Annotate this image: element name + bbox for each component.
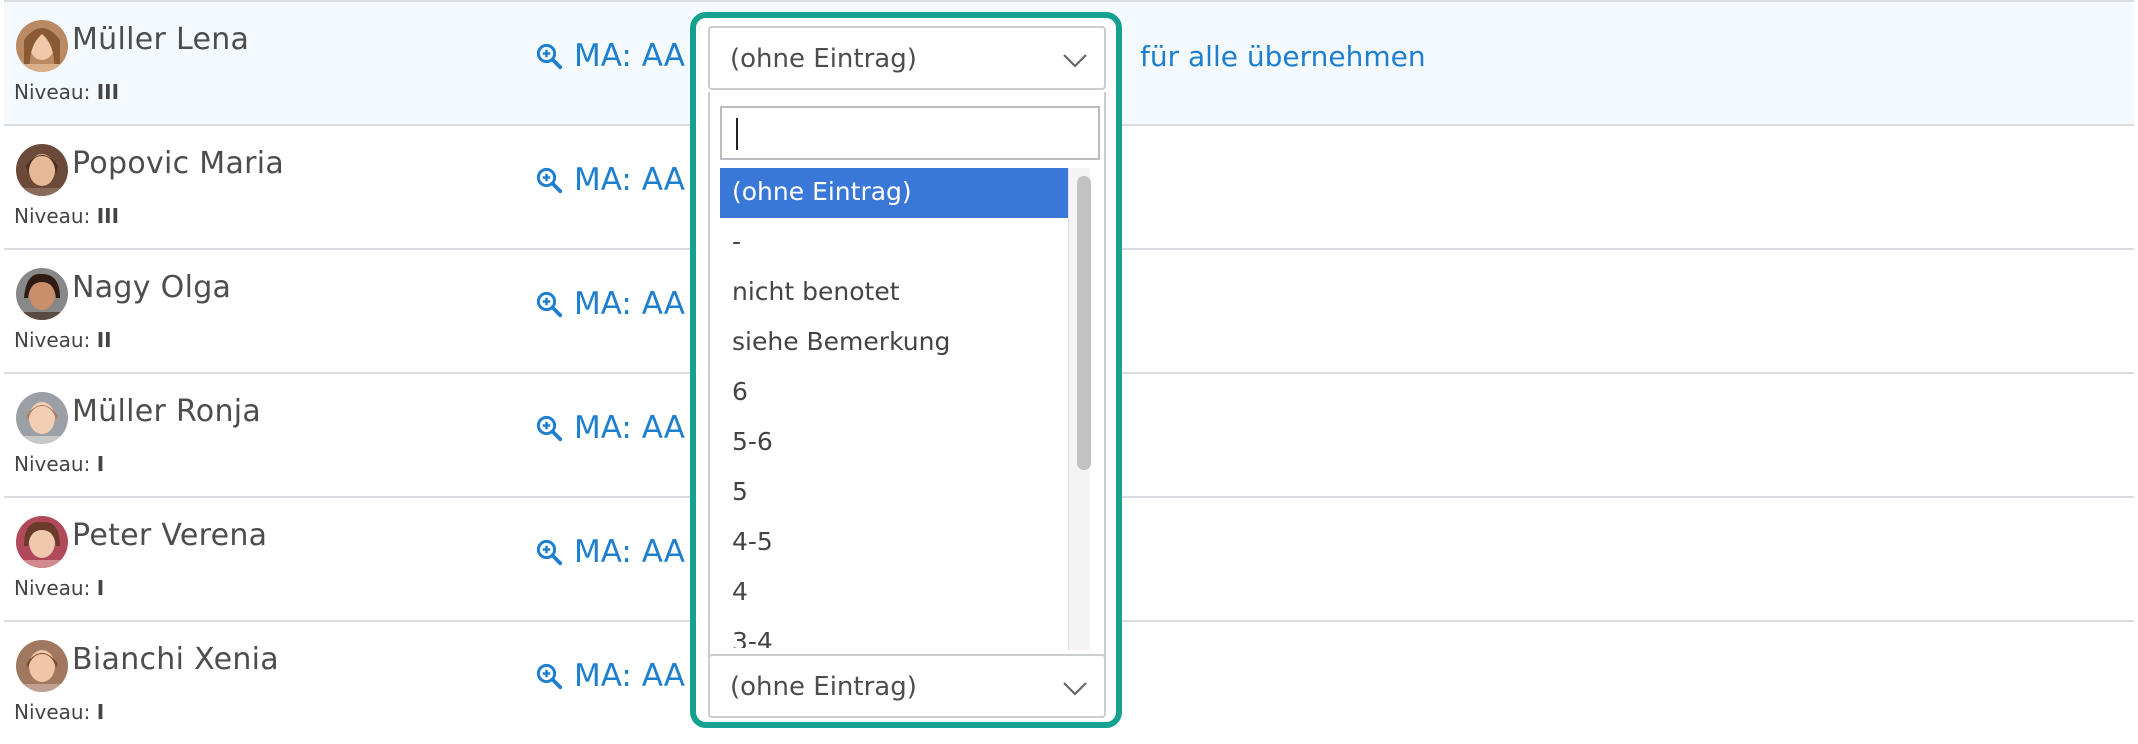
ma-link[interactable]: MA: AA	[534, 162, 685, 198]
select-value: (ohne Eintrag)	[730, 44, 917, 74]
dropdown-option[interactable]: siehe Bemerkung	[720, 318, 1072, 368]
magnify-plus-icon	[536, 291, 563, 318]
ma-link[interactable]: MA: AA	[534, 534, 685, 570]
ma-link-label: MA: AA	[574, 162, 685, 198]
student-name: Bianchi Xenia	[72, 642, 279, 677]
avatar	[16, 20, 68, 72]
magnify-plus-icon	[536, 663, 563, 690]
magnify-plus-icon	[536, 539, 563, 566]
chevron-down-icon	[1063, 54, 1087, 68]
ma-link[interactable]: MA: AA	[534, 410, 685, 446]
dropdown-panel: (ohne Eintrag) - nicht benotet siehe Bemerk…	[708, 92, 1106, 658]
text-caret	[736, 118, 738, 150]
student-niveau: Niveau: I	[14, 700, 105, 724]
student-name: Nagy Olga	[72, 270, 232, 305]
student-name: Müller Ronja	[72, 394, 262, 429]
magnify-plus-icon	[536, 167, 563, 194]
magnify-plus-icon	[536, 43, 563, 70]
chevron-down-icon	[1063, 682, 1087, 696]
ma-link-label: MA: AA	[574, 410, 685, 446]
student-niveau: Niveau: I	[14, 452, 105, 476]
select-value: (ohne Eintrag)	[730, 672, 917, 702]
student-name: Popovic Maria	[72, 146, 285, 181]
dropdown-option[interactable]: 6	[720, 368, 1072, 418]
student-name: Peter Verena	[72, 518, 268, 553]
apply-all-link[interactable]: für alle übernehmen	[1140, 40, 1426, 73]
dropdown-options: (ohne Eintrag) - nicht benotet siehe Bemerk…	[720, 168, 1072, 648]
avatar	[16, 144, 68, 196]
ma-link-label: MA: AA	[574, 534, 685, 570]
grade-select-open[interactable]: (ohne Eintrag)	[708, 26, 1106, 90]
ma-link[interactable]: MA: AA	[534, 658, 685, 694]
grade-select[interactable]: (ohne Eintrag)	[708, 654, 1106, 718]
dropdown-option[interactable]: nicht benotet	[720, 268, 1072, 318]
avatar	[16, 640, 68, 692]
avatar	[16, 392, 68, 444]
avatar	[16, 516, 68, 568]
student-niveau: Niveau: III	[14, 204, 120, 228]
dropdown-search-input[interactable]	[720, 106, 1100, 160]
ma-link-label: MA: AA	[574, 658, 685, 694]
dropdown-option[interactable]: 3-4	[720, 618, 1072, 648]
dropdown-option[interactable]: (ohne Eintrag)	[720, 168, 1072, 218]
dropdown-option[interactable]: -	[720, 218, 1072, 268]
magnify-plus-icon	[536, 415, 563, 442]
ma-link[interactable]: MA: AA	[534, 38, 685, 74]
dropdown-option[interactable]: 4	[720, 568, 1072, 618]
ma-link-label: MA: AA	[574, 286, 685, 322]
ma-link-label: MA: AA	[574, 38, 685, 74]
dropdown-scrollbar-thumb[interactable]	[1077, 176, 1091, 470]
ma-link[interactable]: MA: AA	[534, 286, 685, 322]
dropdown-option[interactable]: 5-6	[720, 418, 1072, 468]
avatar	[16, 268, 68, 320]
dropdown-option[interactable]: 5	[720, 468, 1072, 518]
student-name: Müller Lena	[72, 22, 250, 57]
student-niveau: Niveau: II	[14, 328, 112, 352]
student-niveau: Niveau: III	[14, 80, 120, 104]
dropdown-option[interactable]: 4-5	[720, 518, 1072, 568]
student-niveau: Niveau: I	[14, 576, 105, 600]
